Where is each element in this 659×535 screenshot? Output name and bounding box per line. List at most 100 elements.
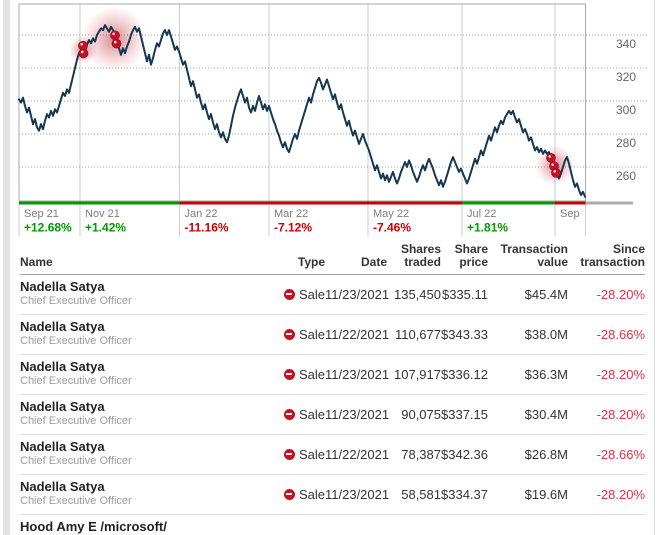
axis-trend-segment bbox=[180, 202, 463, 205]
transaction-value: $19.6M bbox=[488, 487, 568, 502]
transaction-value: $38.0M bbox=[488, 327, 568, 342]
sale-icon bbox=[284, 369, 295, 380]
transaction-date: 11/22/2021 bbox=[325, 447, 387, 462]
shares-traded: 135,450 bbox=[387, 287, 441, 302]
transaction-type: Sale bbox=[299, 447, 325, 462]
transaction-date: 11/23/2021 bbox=[325, 407, 387, 422]
table-row[interactable]: Nadella Satya Chief Executive Officer Sa… bbox=[20, 355, 645, 395]
y-axis-tick-label: 320 bbox=[616, 70, 636, 84]
shares-traded: 78,387 bbox=[387, 447, 441, 462]
axis-trend-segment bbox=[19, 202, 180, 205]
since-transaction: -28.66% bbox=[568, 447, 645, 462]
col-header-price: Share price bbox=[441, 243, 488, 269]
price-chart[interactable]: 340 320 300 280 260 Sep 21+12.68% Nov 21+1.42%… bbox=[0, 0, 659, 240]
since-transaction: -28.20% bbox=[568, 487, 645, 502]
x-axis-period-change: -11.16% bbox=[185, 221, 229, 235]
axis-trend-segment bbox=[462, 202, 555, 205]
insider-trading-widget: 340 320 300 280 260 Sep 21+12.68% Nov 21+1.42%… bbox=[0, 0, 659, 535]
transaction-type: Sale bbox=[299, 367, 325, 382]
sale-marker[interactable] bbox=[552, 168, 561, 177]
share-price: $343.33 bbox=[441, 327, 488, 342]
sale-marker-shine bbox=[548, 155, 551, 158]
sale-icon bbox=[284, 329, 295, 340]
share-price: $337.15 bbox=[441, 407, 488, 422]
sale-marker-shine bbox=[112, 33, 115, 36]
sale-marker[interactable] bbox=[112, 39, 121, 48]
x-axis-period-label: Nov 21 bbox=[85, 208, 120, 220]
transaction-date: 11/23/2021 bbox=[325, 367, 387, 382]
insider-name: Hood Amy E /microsoft/ bbox=[20, 520, 260, 534]
insider-name: Nadella Satya bbox=[20, 440, 260, 454]
since-transaction: -28.66% bbox=[568, 327, 645, 342]
sale-marker-shine bbox=[551, 163, 554, 166]
since-transaction: -28.20% bbox=[568, 367, 645, 382]
col-header-date: Date bbox=[325, 256, 387, 269]
table-header-row: Name Type Date Shares traded Share price… bbox=[20, 243, 645, 275]
x-axis-period-change: -7.12% bbox=[274, 221, 312, 235]
sale-icon bbox=[284, 289, 295, 300]
y-axis-tick-label: 300 bbox=[616, 103, 636, 117]
transaction-type: Sale bbox=[299, 327, 325, 342]
share-price: $342.36 bbox=[441, 447, 488, 462]
x-axis-period-label: Jul 22 bbox=[467, 208, 496, 220]
transaction-date: 11/23/2021 bbox=[325, 487, 387, 502]
price-chart-svg: 340 320 300 280 260 Sep 21+12.68% Nov 21+1.42%… bbox=[0, 0, 659, 240]
transaction-date: 11/22/2021 bbox=[325, 327, 387, 342]
insider-name: Nadella Satya bbox=[20, 480, 260, 494]
col-header-since: Since transaction bbox=[568, 243, 645, 269]
col-header-name: Name bbox=[20, 256, 260, 269]
sale-icon bbox=[284, 489, 295, 500]
shares-traded: 107,917 bbox=[387, 367, 441, 382]
transaction-value: $45.4M bbox=[488, 287, 568, 302]
col-header-shares: Shares traded bbox=[387, 243, 441, 269]
sale-icon bbox=[284, 449, 295, 460]
insider-name: Nadella Satya bbox=[20, 400, 260, 414]
table-row[interactable]: Nadella Satya Chief Executive Officer Sa… bbox=[20, 435, 645, 475]
shares-traded: 110,677 bbox=[387, 327, 441, 342]
table-row[interactable]: Nadella Satya Chief Executive Officer Sa… bbox=[20, 395, 645, 435]
transaction-value: $30.4M bbox=[488, 407, 568, 422]
col-header-type: Type bbox=[260, 256, 325, 269]
insider-name: Nadella Satya bbox=[20, 320, 260, 334]
transaction-type: Sale bbox=[299, 487, 325, 502]
share-price: $334.37 bbox=[441, 487, 488, 502]
x-axis-period-change: +1.81% bbox=[467, 221, 508, 235]
transaction-type: Sale bbox=[299, 287, 325, 302]
x-axis-period-change: +1.42% bbox=[85, 221, 126, 235]
shares-traded: 90,075 bbox=[387, 407, 441, 422]
insider-transactions-table: Name Type Date Shares traded Share price… bbox=[20, 243, 645, 535]
transaction-value: $26.8M bbox=[488, 447, 568, 462]
sale-marker-shine bbox=[114, 41, 117, 44]
axis-trend-segment bbox=[555, 202, 586, 205]
share-price: $336.12 bbox=[441, 367, 488, 382]
x-axis-period-label: Sep bbox=[560, 208, 580, 220]
sale-marker[interactable] bbox=[111, 31, 120, 40]
y-axis-tick-label: 280 bbox=[616, 136, 636, 150]
sale-marker-shine bbox=[553, 170, 556, 173]
y-axis-tick-label: 340 bbox=[616, 37, 636, 51]
sale-marker[interactable] bbox=[79, 49, 88, 58]
x-axis-period-change: -7.46% bbox=[373, 221, 411, 235]
x-axis-period-label: Sep 21 bbox=[24, 208, 59, 220]
table-row[interactable]: Nadella Satya Chief Executive Officer Sa… bbox=[20, 275, 645, 315]
insider-title: Chief Executive Officer bbox=[20, 495, 260, 508]
insider-title: Chief Executive Officer bbox=[20, 455, 260, 468]
col-header-value: Transaction value bbox=[488, 243, 568, 269]
insider-title: Chief Executive Officer bbox=[20, 295, 260, 308]
table-row[interactable]: Nadella Satya Chief Executive Officer Sa… bbox=[20, 475, 645, 515]
since-transaction: -28.20% bbox=[568, 407, 645, 422]
insider-title: Chief Executive Officer bbox=[20, 415, 260, 428]
transaction-value: $36.3M bbox=[488, 367, 568, 382]
y-axis-tick-label: 260 bbox=[616, 169, 636, 183]
share-price: $335.11 bbox=[441, 287, 488, 302]
x-axis-period-label: Jan 22 bbox=[185, 208, 218, 220]
table-row[interactable]: Nadella Satya Chief Executive Officer Sa… bbox=[20, 315, 645, 355]
table-row[interactable]: Hood Amy E /microsoft/ Chief Financial O… bbox=[20, 515, 645, 535]
x-axis-period-change: +12.68% bbox=[24, 221, 72, 235]
sale-marker-shine bbox=[81, 51, 84, 54]
insider-title: Chief Executive Officer bbox=[20, 335, 260, 348]
sale-marker[interactable] bbox=[547, 153, 556, 162]
transaction-date: 11/23/2021 bbox=[325, 287, 387, 302]
axis-trend-segment bbox=[586, 202, 634, 205]
sale-marker-shine bbox=[80, 43, 83, 46]
